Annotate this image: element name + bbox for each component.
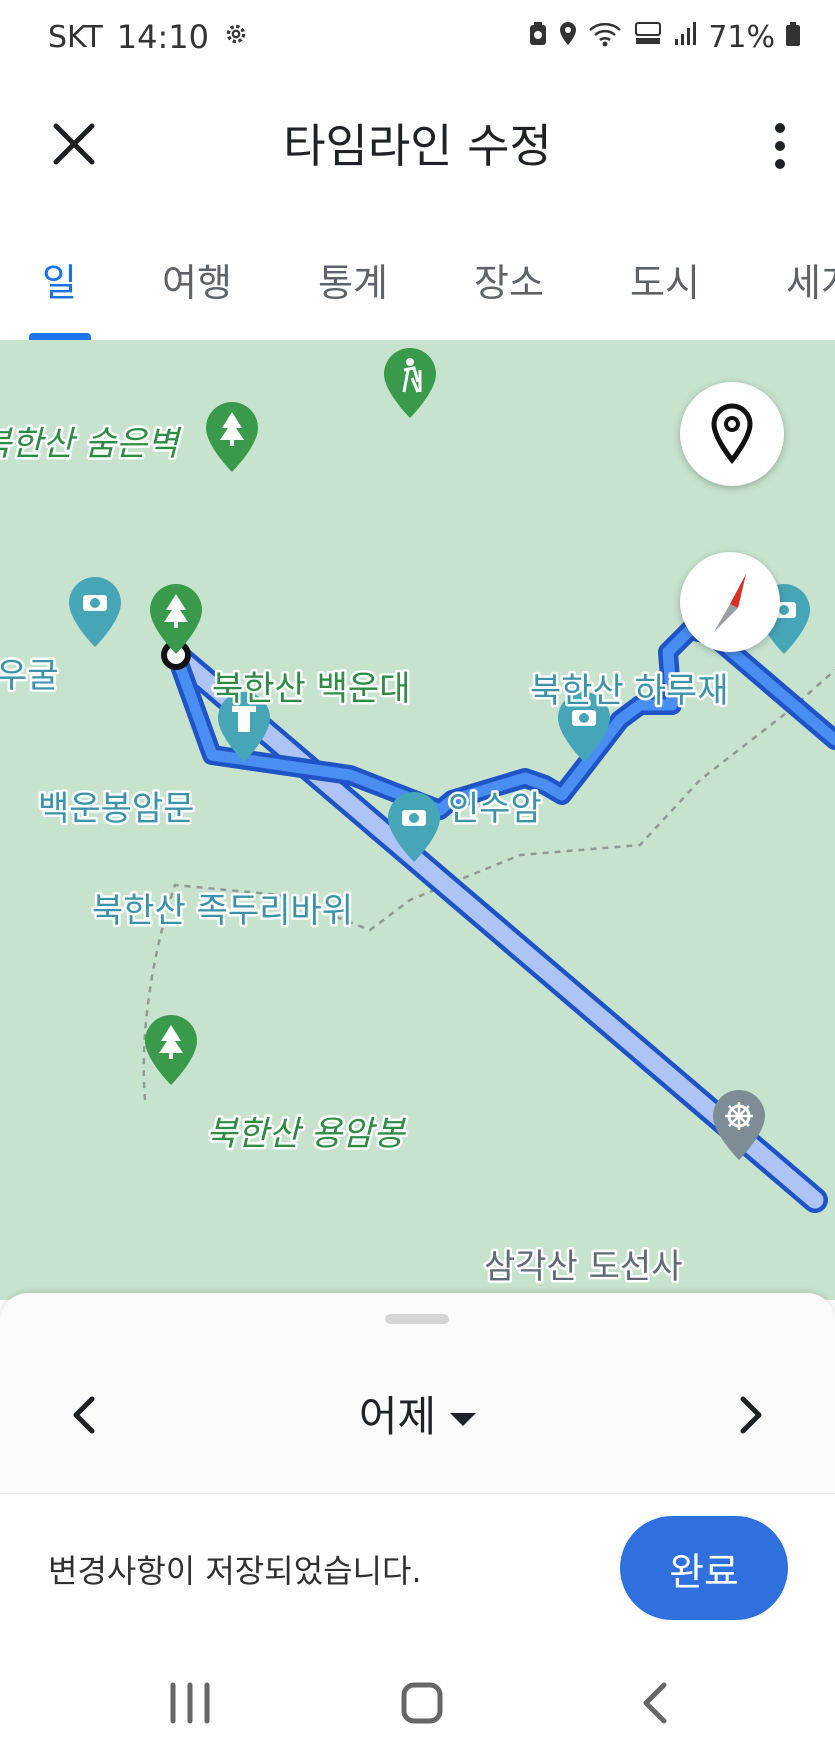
park-pin-icon[interactable] xyxy=(145,1015,197,1085)
place-label[interactable]: 백운봉암문 xyxy=(36,787,197,832)
tab-bar: 일 여행 통계 장소 도시 세계 xyxy=(0,210,835,341)
recent-apps-button[interactable] xyxy=(155,1673,225,1733)
date-sheet: 어제 xyxy=(0,1293,835,1493)
battery-saver-icon xyxy=(528,20,548,55)
recent-apps-icon xyxy=(170,1682,210,1724)
system-nav-bar xyxy=(0,1643,835,1763)
place-label[interactable]: 인수암 xyxy=(446,787,545,832)
done-button[interactable]: 완료 xyxy=(620,1516,788,1620)
hd-voice-icon xyxy=(634,20,664,55)
signal-icon xyxy=(674,20,698,55)
battery-percent: 71% xyxy=(708,20,775,55)
sheet-handle[interactable] xyxy=(385,1314,449,1324)
next-day-button[interactable] xyxy=(725,1385,775,1445)
tab-cities[interactable]: 도시 xyxy=(630,252,700,307)
place-label[interactable]: 북한산 족두리바위 xyxy=(90,889,356,934)
dropdown-arrow-icon xyxy=(450,1413,477,1426)
back-icon xyxy=(643,1682,667,1724)
clock: 14:10 xyxy=(116,18,209,56)
snackbar-message: 변경사항이 저장되었습니다. xyxy=(48,1552,422,1590)
home-button[interactable] xyxy=(387,1673,457,1733)
carrier-label: SKT xyxy=(48,19,103,55)
wifi-icon xyxy=(588,20,624,55)
tab-trips[interactable]: 여행 xyxy=(162,252,232,307)
hiking-pin-icon[interactable] xyxy=(384,348,436,418)
place-label[interactable]: 북한산 하루재 xyxy=(528,669,732,714)
place-label[interactable]: 삼각산 도선사 xyxy=(482,1245,686,1290)
location-pin-icon xyxy=(711,403,753,464)
park-pin-icon[interactable] xyxy=(206,402,258,472)
active-tab-indicator xyxy=(29,333,91,340)
home-icon xyxy=(401,1682,443,1724)
camera-pin-icon[interactable] xyxy=(69,577,121,647)
more-options-button[interactable] xyxy=(765,116,795,176)
place-label[interactable]: 북한산 용암봉 xyxy=(204,1112,409,1157)
compass-icon xyxy=(714,574,746,632)
location-icon xyxy=(558,20,578,55)
snackbar: 변경사항이 저장되었습니다. 완료 xyxy=(0,1493,835,1644)
page-title: 타임라인 수정 xyxy=(283,119,552,173)
place-label[interactable]: 우굴 xyxy=(0,654,61,699)
park-pin-icon[interactable] xyxy=(150,584,202,654)
place-label[interactable]: 북한산 숨은벽 xyxy=(0,422,185,467)
tab-day[interactable]: 일 xyxy=(42,252,77,307)
place-label[interactable]: 북한산 백운대 xyxy=(210,667,414,712)
location-button[interactable] xyxy=(680,382,784,486)
status-bar: SKT 14:10 71% xyxy=(0,0,835,80)
app-bar: 타임라인 수정 xyxy=(0,80,835,210)
settings-icon xyxy=(223,20,249,55)
compass-button[interactable] xyxy=(680,552,780,652)
chevron-right-icon xyxy=(740,1396,762,1434)
date-label: 어제 xyxy=(358,1392,437,1441)
battery-icon xyxy=(785,20,801,55)
more-vert-icon xyxy=(775,123,785,169)
back-button[interactable] xyxy=(620,1673,690,1733)
date-selector[interactable]: 어제 xyxy=(0,1383,835,1444)
tab-world[interactable]: 세계 xyxy=(786,252,835,307)
route-line-walked-fill xyxy=(170,624,835,816)
tab-places[interactable]: 장소 xyxy=(474,252,544,307)
tab-insights[interactable]: 통계 xyxy=(318,252,388,307)
map-view[interactable]: 북한산 숨은벽 우굴 북한산 백운대 북한산 하루재 백운봉암문 인수암 북한산… xyxy=(0,340,835,1300)
